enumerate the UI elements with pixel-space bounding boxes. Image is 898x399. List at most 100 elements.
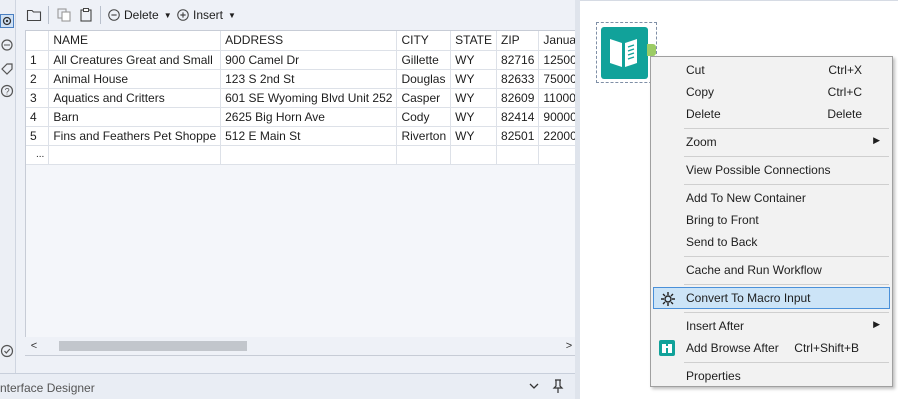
column-header-state[interactable]: STATE <box>450 31 498 51</box>
caret-down-icon: ▼ <box>163 10 172 20</box>
data-table: NAME ADDRESS CITY STATE ZIP January 1 Al… <box>26 31 578 165</box>
cell-name[interactable]: Barn <box>48 107 222 127</box>
cell-address[interactable]: 900 Camel Dr <box>220 50 398 70</box>
menu-item-send-to-back[interactable]: Send to Back <box>653 231 890 253</box>
column-header-name[interactable]: NAME <box>48 31 222 51</box>
row-number[interactable]: 5 <box>26 126 50 146</box>
settings-gear-icon[interactable] <box>0 14 14 28</box>
cell-empty[interactable] <box>450 145 498 165</box>
paste-icon[interactable] <box>78 6 94 24</box>
menu-item-label: Send to Back <box>686 235 758 249</box>
menu-item-copy[interactable]: Copy Ctrl+C <box>653 81 890 103</box>
menu-item-zoom[interactable]: Zoom ▶ <box>653 131 890 153</box>
cell-january[interactable]: 125000 <box>538 50 578 70</box>
new-row-marker[interactable]: ... <box>26 145 50 165</box>
column-header-city[interactable]: CITY <box>396 31 452 51</box>
menu-item-bring-to-front[interactable]: Bring to Front <box>653 209 890 231</box>
cell-empty[interactable] <box>396 145 452 165</box>
cell-name[interactable]: Aquatics and Critters <box>48 88 222 108</box>
cell-zip[interactable]: 82609 <box>496 88 540 108</box>
cell-name[interactable]: All Creatures Great and Small <box>48 50 222 70</box>
cell-january[interactable]: 110000 <box>538 88 578 108</box>
row-number[interactable]: 2 <box>26 69 50 89</box>
scroll-left-icon[interactable]: < <box>27 339 41 353</box>
cell-zip[interactable]: 82414 <box>496 107 540 127</box>
chevron-down-icon[interactable] <box>527 379 541 393</box>
row-number[interactable]: 1 <box>26 50 50 70</box>
menu-separator <box>684 156 889 157</box>
cell-empty[interactable] <box>220 145 398 165</box>
minus-circle-icon <box>107 8 121 22</box>
cell-zip[interactable]: 82716 <box>496 50 540 70</box>
pin-icon[interactable] <box>551 378 565 394</box>
menu-item-add-browse-after[interactable]: Add Browse After Ctrl+Shift+B <box>653 337 890 359</box>
row-number[interactable]: 4 <box>26 107 50 127</box>
cell-january[interactable]: 220000 <box>538 126 578 146</box>
table-row: 4 Barn 2625 Big Horn Ave Cody WY 82414 9… <box>26 107 578 127</box>
text-input-panel: Delete ▼ Insert ▼ NAME ADDRESS CITY STAT… <box>16 0 579 373</box>
insert-dropdown-button[interactable]: Insert ▼ <box>176 6 236 24</box>
cell-name[interactable]: Animal House <box>48 69 222 89</box>
text-input-tool-icon[interactable] <box>601 27 648 79</box>
menu-item-view-possible-connections[interactable]: View Possible Connections <box>653 159 890 181</box>
menu-item-shortcut: Ctrl+X <box>828 63 862 77</box>
menu-item-label: Add To New Container <box>686 191 806 205</box>
cell-zip[interactable]: 82501 <box>496 126 540 146</box>
cell-empty[interactable] <box>496 145 540 165</box>
scroll-right-icon[interactable]: > <box>562 339 576 353</box>
submenu-arrow-icon: ▶ <box>873 135 880 145</box>
cell-address[interactable]: 601 SE Wyoming Blvd Unit 252 <box>220 88 398 108</box>
menu-item-delete[interactable]: Delete Delete <box>653 103 890 125</box>
cell-city[interactable]: Gillette <box>396 50 452 70</box>
tag-icon[interactable] <box>0 62 14 76</box>
menu-item-cache-and-run-workflow[interactable]: Cache and Run Workflow <box>653 259 890 281</box>
insert-label: Insert <box>193 8 224 22</box>
cell-city[interactable]: Casper <box>396 88 452 108</box>
cell-empty[interactable] <box>48 145 222 165</box>
column-header-january[interactable]: January <box>538 31 578 51</box>
cell-address[interactable]: 2625 Big Horn Ave <box>220 107 398 127</box>
cell-address[interactable]: 512 E Main St <box>220 126 398 146</box>
connection-icon[interactable] <box>0 38 14 52</box>
scrollbar-thumb[interactable] <box>59 341 247 351</box>
cell-address[interactable]: 123 S 2nd St <box>220 69 398 89</box>
check-circle-icon[interactable] <box>0 344 14 358</box>
menu-item-label: Cache and Run Workflow <box>686 263 822 277</box>
output-anchor[interactable] <box>647 44 656 56</box>
cell-zip[interactable]: 82633 <box>496 69 540 89</box>
data-grid[interactable]: NAME ADDRESS CITY STATE ZIP January 1 Al… <box>25 30 579 356</box>
table-row: 5 Fins and Feathers Pet Shoppe 512 E Mai… <box>26 126 578 146</box>
menu-item-add-to-new-container[interactable]: Add To New Container <box>653 187 890 209</box>
cell-state[interactable]: WY <box>450 50 498 70</box>
cell-city[interactable]: Cody <box>396 107 452 127</box>
menu-item-properties[interactable]: Properties <box>653 365 890 387</box>
cell-city[interactable]: Douglas <box>396 69 452 89</box>
cell-city[interactable]: Riverton <box>396 126 452 146</box>
menu-separator <box>684 256 889 257</box>
cell-state[interactable]: WY <box>450 107 498 127</box>
cell-january[interactable]: 75000 <box>538 69 578 89</box>
copy-icon[interactable] <box>56 6 72 24</box>
submenu-arrow-icon: ▶ <box>873 319 880 329</box>
row-number[interactable]: 3 <box>26 88 50 108</box>
delete-dropdown-button[interactable]: Delete ▼ <box>107 6 172 24</box>
menu-item-insert-after[interactable]: Insert After ▶ <box>653 315 890 337</box>
cell-name[interactable]: Fins and Feathers Pet Shoppe <box>48 126 222 146</box>
cell-empty[interactable] <box>538 145 578 165</box>
cell-state[interactable]: WY <box>450 88 498 108</box>
open-folder-icon[interactable] <box>26 6 42 24</box>
cell-state[interactable]: WY <box>450 69 498 89</box>
horizontal-scrollbar[interactable]: < > <box>25 337 579 355</box>
table-row: 1 All Creatures Great and Small 900 Came… <box>26 50 578 70</box>
cell-state[interactable]: WY <box>450 126 498 146</box>
menu-item-label: View Possible Connections <box>686 163 831 177</box>
menu-separator <box>684 184 889 185</box>
menu-item-label: Add Browse After <box>686 341 779 355</box>
menu-item-cut[interactable]: Cut Ctrl+X <box>653 59 890 81</box>
menu-item-convert-to-macro-input[interactable]: Convert To Macro Input <box>653 287 890 309</box>
menu-item-label: Zoom <box>686 135 717 149</box>
column-header-zip[interactable]: ZIP <box>496 31 540 51</box>
column-header-address[interactable]: ADDRESS <box>220 31 398 51</box>
help-icon[interactable]: ? <box>0 84 14 98</box>
cell-january[interactable]: 90000 <box>538 107 578 127</box>
